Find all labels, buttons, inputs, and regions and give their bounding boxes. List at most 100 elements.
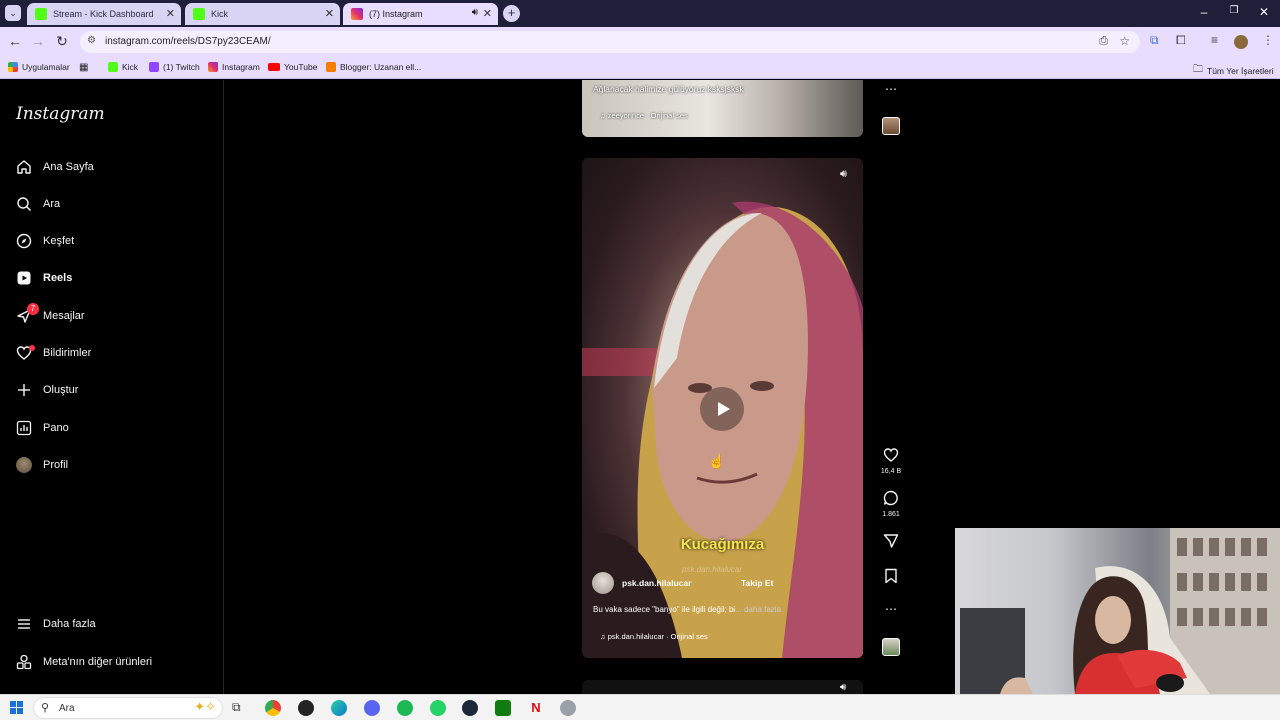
message-badge: 7 (27, 303, 39, 315)
more-options-icon[interactable]: ⋯ (880, 602, 902, 616)
netflix-icon[interactable]: N (528, 700, 544, 716)
bookmark-youtube[interactable]: YouTube (268, 62, 317, 72)
nav-more[interactable]: Daha fazla (15, 612, 96, 636)
nav-profile[interactable]: Profil (15, 453, 68, 477)
star-icon[interactable]: ☆ (1119, 34, 1130, 48)
tab-instagram[interactable]: (7) Instagram 🔊︎ ✕ (343, 3, 498, 25)
reel-audio[interactable]: ♫ zeeyonnce · Orijinal ses (600, 111, 688, 120)
app-icon[interactable] (560, 700, 576, 716)
like-icon[interactable] (880, 447, 902, 468)
nav-notifications[interactable]: Bildirimler (15, 341, 91, 365)
close-window-icon[interactable]: ✕ (1249, 5, 1279, 19)
kick-icon (193, 8, 205, 20)
bookmark-blogger[interactable]: Blogger: Uzanan ell... (326, 62, 421, 72)
bookmark-instagram[interactable]: Instagram (208, 62, 260, 72)
compass-icon (15, 232, 33, 250)
youtube-icon (268, 63, 280, 71)
edge-icon[interactable] (331, 700, 347, 716)
new-tab-button[interactable]: + (503, 5, 520, 22)
windows-start-icon[interactable] (10, 701, 23, 714)
nav-reels[interactable]: Reels (15, 266, 72, 290)
close-icon[interactable]: ✕ (325, 7, 334, 20)
instagram-sidebar: Instagram Ana Sayfa Ara Keşfet Reels 7 M… (0, 80, 224, 694)
all-bookmarks[interactable]: 🗀 Tüm Yer İşaretleri (1193, 62, 1274, 79)
address-bar[interactable]: ⚙ instagram.com/reels/DS7py23CEAM/ ⎙ ☆ (80, 31, 1140, 53)
reel-caption[interactable]: Bu vaka sadece "banyo" ile ilgili değil;… (593, 605, 781, 614)
menu-icon[interactable]: ⋮ (1262, 33, 1274, 47)
install-icon[interactable]: ⎙ (1099, 35, 1108, 48)
webcam-scene (960, 528, 1280, 694)
reel-video[interactable]: 🔊︎ ☝ Kucağımıza psk.dan.hilalucar psk.da… (582, 158, 863, 658)
more-options-icon[interactable]: ⋯ (880, 82, 902, 96)
comment-icon[interactable] (880, 490, 902, 511)
translate-icon[interactable]: ⧉ (1150, 33, 1159, 48)
close-icon[interactable]: ✕ (483, 7, 492, 20)
follow-button[interactable]: Takip Et (741, 578, 773, 588)
audio-thumbnail[interactable] (882, 638, 900, 656)
nav-search[interactable]: Ara (15, 192, 60, 216)
reel-author-name[interactable]: psk.dan.hilalucar (622, 578, 691, 588)
like-count: 16,4 B (880, 468, 902, 475)
site-info-icon[interactable]: ⚙ (87, 35, 96, 46)
task-view-icon[interactable]: ⧉ (232, 700, 248, 716)
profile-avatar-icon[interactable] (1234, 35, 1248, 49)
tab-title: (7) Instagram (369, 9, 423, 19)
close-icon[interactable]: ✕ (166, 7, 175, 20)
tab-kick[interactable]: Kick ✕ (185, 3, 340, 25)
bookmarks-bar: Uygulamalar ▦ Kick (1) Twitch Instagram … (0, 57, 1280, 79)
volume-icon[interactable]: 🔊︎ (840, 682, 846, 693)
reel-author-avatar[interactable] (592, 572, 614, 594)
windows-taskbar: ⚲ Ara ✦✧ ⧉ N (0, 694, 1280, 720)
speaker-icon[interactable]: 🔊︎ (472, 7, 478, 18)
kick-icon (108, 62, 118, 72)
instagram-logo[interactable]: Instagram (16, 104, 105, 124)
steam-icon[interactable] (462, 700, 478, 716)
nav-home[interactable]: Ana Sayfa (15, 155, 94, 179)
nav-meta[interactable]: Meta'nın diğer ürünleri (15, 650, 152, 674)
apps-icon (8, 62, 18, 72)
nav-messages[interactable]: 7 Mesajlar (15, 303, 85, 328)
taskbar-search[interactable]: ⚲ Ara ✦✧ (33, 697, 223, 719)
nav-explore[interactable]: Keşfet (15, 229, 74, 253)
play-button[interactable] (700, 387, 744, 431)
reel-previous[interactable]: Ağlanacak halimize gülüyoruz ksksjsksk ♫… (582, 80, 863, 137)
more-link[interactable]: ... daha fazla (735, 605, 781, 614)
save-icon[interactable] (880, 568, 902, 589)
restore-icon[interactable]: ❐ (1219, 5, 1249, 16)
music-note-icon: ♫ (600, 111, 606, 120)
obs-icon[interactable] (298, 700, 314, 716)
tab-search-button[interactable]: ⌄ (5, 5, 21, 21)
discord-icon[interactable] (364, 700, 380, 716)
reload-icon[interactable]: ↻ (53, 33, 71, 50)
reel-audio[interactable]: ♫ psk.dan.hilalucar · Orijinal ses (600, 632, 708, 641)
share-icon[interactable] (880, 533, 902, 554)
reel-next[interactable]: 🔊︎ (582, 680, 863, 694)
instagram-icon (208, 62, 218, 72)
heart-icon (15, 344, 35, 362)
bookmark-grid[interactable]: ▦ (79, 62, 88, 73)
tab-kick-dashboard[interactable]: Stream - Kick Dashboard ✕ (27, 3, 181, 25)
meta-products-icon (15, 653, 33, 671)
notification-dot (29, 345, 35, 351)
nav-dashboard[interactable]: Pano (15, 416, 69, 440)
forward-icon[interactable]: → (29, 33, 47, 49)
bookmark-twitch[interactable]: (1) Twitch (149, 62, 200, 72)
browser-tab-bar: ⌄ Stream - Kick Dashboard ✕ Kick ✕ (7) I… (0, 0, 1280, 27)
nav-create[interactable]: Oluştur (15, 378, 78, 402)
whatsapp-icon[interactable] (430, 700, 446, 716)
audio-thumbnail[interactable] (882, 117, 900, 135)
extensions-icon[interactable]: ⧠ (1176, 33, 1186, 48)
music-note-icon: ♫ (600, 632, 606, 641)
minimize-icon[interactable]: – (1189, 5, 1219, 19)
volume-icon[interactable]: 🔊︎ (840, 168, 847, 181)
back-icon[interactable]: ← (6, 33, 24, 49)
spotify-icon[interactable] (397, 700, 413, 716)
chrome-icon[interactable] (265, 700, 281, 716)
reel-caption: Ağlanacak halimize gülüyoruz ksksjsksk (593, 84, 744, 94)
bookmark-apps[interactable]: Uygulamalar (8, 62, 70, 72)
tab-title: Stream - Kick Dashboard (53, 9, 154, 19)
plus-icon (15, 381, 33, 399)
xbox-icon[interactable] (495, 700, 511, 716)
bookmark-kick[interactable]: Kick (108, 62, 138, 72)
media-icon[interactable]: ≡ (1211, 33, 1218, 47)
